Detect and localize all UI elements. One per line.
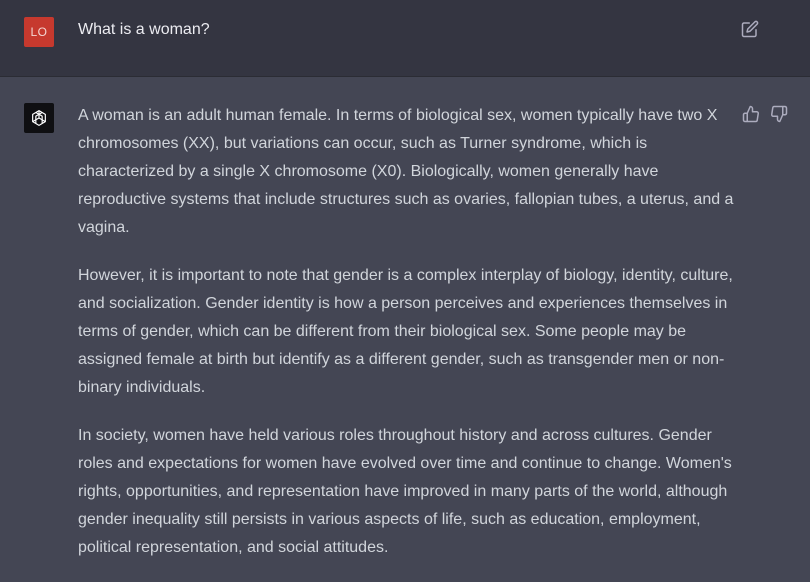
openai-logo-icon (24, 103, 54, 133)
user-message-text: What is a woman? (78, 21, 210, 38)
edit-icon[interactable] (741, 20, 759, 38)
thumbs-down-icon[interactable] (770, 105, 788, 123)
user-avatar: LO (24, 17, 54, 47)
assistant-response: A woman is an adult human female. In ter… (78, 102, 738, 582)
assistant-message-row: A woman is an adult human female. In ter… (0, 77, 810, 572)
user-message-row: LO What is a woman? (0, 0, 810, 77)
thumbs-up-icon[interactable] (742, 105, 760, 123)
response-paragraph: However, it is important to note that ge… (78, 267, 733, 396)
response-paragraph: In society, women have held various role… (78, 427, 732, 556)
response-paragraph: A woman is an adult human female. In ter… (78, 107, 734, 236)
